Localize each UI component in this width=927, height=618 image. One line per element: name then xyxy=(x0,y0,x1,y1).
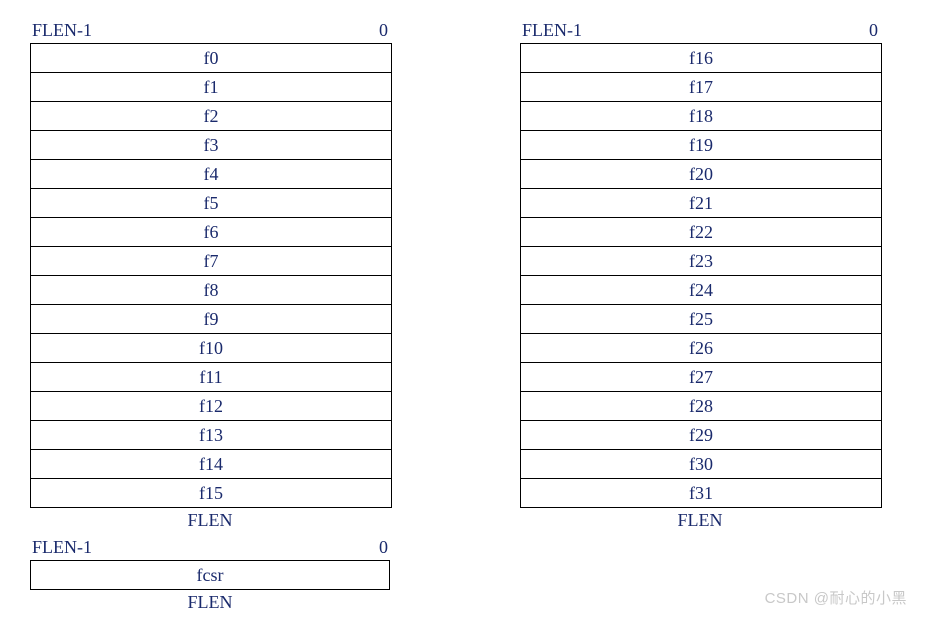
register-cell: f5 xyxy=(31,189,391,218)
register-cell: f19 xyxy=(521,131,881,160)
register-cell: f2 xyxy=(31,102,391,131)
register-cell: f27 xyxy=(521,363,881,392)
lsb-label: 0 xyxy=(379,537,388,558)
msb-label: FLEN-1 xyxy=(522,20,582,41)
msb-label: FLEN-1 xyxy=(32,537,92,558)
register-cell: f22 xyxy=(521,218,881,247)
register-cell: f29 xyxy=(521,421,881,450)
width-label: FLEN xyxy=(30,592,390,613)
msb-label: FLEN-1 xyxy=(32,20,92,41)
register-table-left: f0 f1 f2 f3 f4 f5 f6 f7 f8 f9 f10 f11 f1… xyxy=(30,43,392,508)
register-cell: f23 xyxy=(521,247,881,276)
register-cell: f6 xyxy=(31,218,391,247)
register-table-right: f16 f17 f18 f19 f20 f21 f22 f23 f24 f25 … xyxy=(520,43,882,508)
register-cell: f10 xyxy=(31,334,391,363)
register-cell: f15 xyxy=(31,479,391,508)
width-label: FLEN xyxy=(30,510,390,531)
bit-header: FLEN-1 0 xyxy=(520,20,880,43)
register-cell: f0 xyxy=(31,44,391,73)
register-column-left: FLEN-1 0 f0 f1 f2 f3 f4 f5 f6 f7 f8 f9 f… xyxy=(30,20,390,531)
register-cell: f12 xyxy=(31,392,391,421)
register-cell: f7 xyxy=(31,247,391,276)
bit-header: FLEN-1 0 xyxy=(30,537,390,560)
register-cell: f9 xyxy=(31,305,391,334)
register-column-right: FLEN-1 0 f16 f17 f18 f19 f20 f21 f22 f23… xyxy=(520,20,880,531)
bit-header: FLEN-1 0 xyxy=(30,20,390,43)
width-label: FLEN xyxy=(520,510,880,531)
watermark-text: CSDN @耐心的小黑 xyxy=(765,587,907,608)
lsb-label: 0 xyxy=(869,20,878,41)
register-cell: f24 xyxy=(521,276,881,305)
register-cell: f1 xyxy=(31,73,391,102)
register-cell: f3 xyxy=(31,131,391,160)
register-cell: f20 xyxy=(521,160,881,189)
register-cell: f25 xyxy=(521,305,881,334)
register-cell: f18 xyxy=(521,102,881,131)
csr-cell: fcsr xyxy=(30,560,390,590)
lsb-label: 0 xyxy=(379,20,388,41)
register-cell: f13 xyxy=(31,421,391,450)
register-cell: f21 xyxy=(521,189,881,218)
csr-block: FLEN-1 0 fcsr FLEN xyxy=(30,537,390,613)
register-cell: f4 xyxy=(31,160,391,189)
register-cell: f8 xyxy=(31,276,391,305)
register-cell: f14 xyxy=(31,450,391,479)
register-cell: f17 xyxy=(521,73,881,102)
register-cell: f16 xyxy=(521,44,881,73)
register-cell: f28 xyxy=(521,392,881,421)
register-cell: f26 xyxy=(521,334,881,363)
register-cell: f31 xyxy=(521,479,881,508)
register-cell: f30 xyxy=(521,450,881,479)
register-cell: f11 xyxy=(31,363,391,392)
